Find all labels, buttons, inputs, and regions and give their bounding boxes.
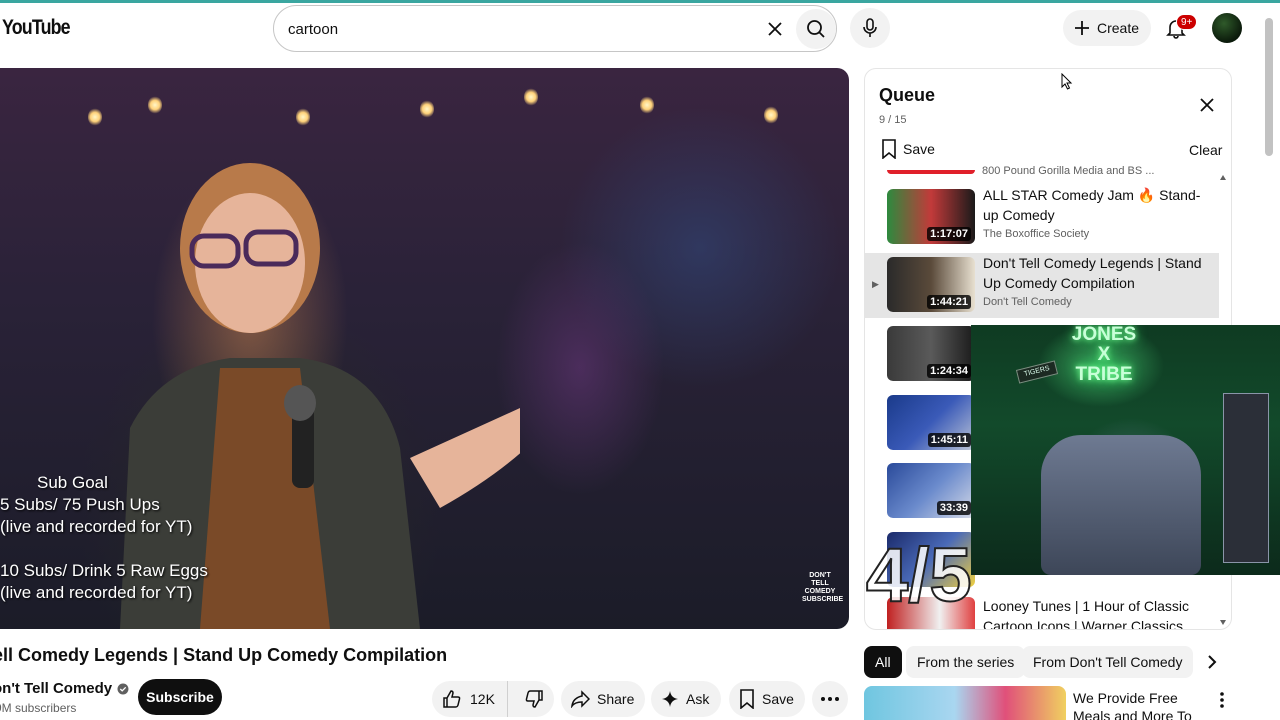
more-vertical-icon[interactable] (1214, 690, 1230, 710)
page-scrollbar[interactable] (1265, 18, 1273, 156)
search-button[interactable] (796, 9, 836, 49)
sub-goal-overlay: Sub Goal 5 Subs/ 75 Push Ups (live and r… (0, 472, 208, 604)
goal-counter: 4/5 (865, 533, 973, 618)
subscribe-button[interactable]: Subscribe (138, 679, 222, 715)
ask-label: Ask (686, 691, 710, 707)
neon-sign-text: JONES X TRIBE (1071, 325, 1137, 385)
channel-name-text[interactable]: on't Tell Comedy (0, 680, 112, 697)
save-queue-label: Save (903, 141, 935, 157)
queue-thumbnail[interactable]: 1:17:07 (887, 189, 975, 244)
queue-thumbnail[interactable]: 1:24:34 (887, 326, 975, 381)
plus-icon (1075, 21, 1089, 35)
like-button[interactable]: 12K (432, 681, 508, 717)
queue-item-title[interactable]: Looney Tunes | 1 Hour of Classic Cartoon… (983, 596, 1213, 629)
search-icon (807, 20, 825, 38)
thumbnail-progress-bar (887, 170, 975, 174)
chip-from-the-series[interactable]: From the series (906, 646, 1026, 678)
queue-item[interactable]: 1:17:07 ALL STAR Comedy Jam 🔥 Stand-up C… (865, 185, 1219, 250)
voice-search-button[interactable] (850, 8, 890, 48)
chevron-right-icon[interactable] (1198, 648, 1226, 676)
video-title: ell Comedy Legends | Stand Up Comedy Com… (0, 645, 448, 665)
sub-goal-heading: Sub Goal (37, 473, 108, 492)
dislike-button[interactable] (515, 681, 554, 717)
share-icon (570, 690, 590, 708)
close-queue-icon[interactable] (1195, 93, 1219, 117)
queue-thumbnail[interactable]: 1:44:21 (887, 257, 975, 312)
queue-item-current[interactable]: ▶ 1:44:21 Don't Tell Comedy Legends | St… (865, 253, 1219, 318)
like-dislike-group: 12K (432, 681, 554, 717)
share-button[interactable]: Share (561, 681, 645, 717)
notification-badge: 9+ (1176, 14, 1198, 30)
tigers-sign: TIGERS (1015, 360, 1059, 384)
queue-item-channel: 800 Pound Gorilla Media and BS ... (982, 165, 1155, 177)
save-queue-button[interactable]: Save (881, 139, 935, 159)
subscriber-count: 9M subscribers (0, 701, 77, 715)
queue-thumbnail[interactable]: 33:39 (887, 463, 975, 518)
mouse-cursor-icon (1061, 73, 1073, 90)
queue-title: Queue (879, 85, 936, 105)
create-button[interactable]: Create (1063, 10, 1151, 46)
recommendation-title[interactable]: We Provide Free Meals and More To Help Y… (1073, 689, 1208, 720)
save-video-button[interactable]: Save (729, 681, 805, 717)
goal-line: 10 Subs/ Drink 5 Raw Eggs (0, 561, 208, 580)
queue-item-title[interactable]: Don't Tell Comedy Legends | Stand Up Com… (983, 253, 1213, 293)
more-horizontal-icon (821, 697, 839, 701)
recommendation-thumbnail[interactable] (864, 686, 1066, 720)
like-count: 12K (470, 691, 495, 707)
clear-search-icon[interactable] (762, 16, 788, 42)
queue-item-title[interactable]: ALL STAR Comedy Jam 🔥 Stand-up Comedy (983, 185, 1213, 225)
now-playing-icon: ▶ (872, 279, 879, 289)
sparkle-icon (662, 691, 678, 707)
video-player[interactable]: Sub Goal 5 Subs/ 75 Push Ups (live and r… (0, 68, 849, 629)
bookmark-icon (740, 689, 754, 709)
create-label: Create (1097, 20, 1140, 36)
gaming-chair (1041, 435, 1201, 575)
goal-line: 5 Subs/ 75 Push Ups (0, 495, 160, 514)
chip-all[interactable]: All (864, 646, 902, 678)
chip-from-channel[interactable]: From Don't Tell Comedy (1022, 646, 1194, 678)
queue-count: 9 / 15 (879, 114, 907, 126)
share-label: Share (597, 691, 635, 707)
channel-watermark: DON'T TELL COMEDY SUBSCRIBE (802, 572, 844, 603)
save-label: Save (762, 691, 794, 707)
duration-badge: 33:39 (936, 501, 971, 515)
verified-icon (117, 683, 129, 694)
more-actions-button[interactable] (812, 681, 848, 717)
queue-item-channel: Don't Tell Comedy (983, 296, 1072, 308)
browser-top-line (0, 0, 1280, 3)
goal-line: (live and recorded for YT) (0, 583, 193, 602)
duration-badge: 1:24:34 (927, 364, 971, 378)
youtube-logo[interactable]: YouTube (2, 16, 71, 40)
thumbs-up-icon (443, 690, 461, 708)
channel-name[interactable]: on't Tell Comedy (0, 680, 129, 697)
queue-thumbnail[interactable]: 1:45:11 (887, 395, 975, 450)
goal-line: (live and recorded for YT) (0, 517, 193, 536)
ask-button[interactable]: Ask (651, 681, 721, 717)
duration-badge: 1:44:21 (927, 295, 971, 309)
clear-queue-button[interactable]: Clear (1189, 142, 1222, 158)
search-input[interactable] (288, 16, 748, 42)
webcam-overlay: JONES X TRIBE TIGERS (971, 325, 1280, 575)
search-box[interactable] (273, 5, 837, 52)
avatar[interactable] (1212, 13, 1242, 43)
duration-badge: 1:17:07 (927, 227, 971, 241)
bookmark-icon (882, 139, 896, 159)
queue-item-channel: The Boxoffice Society (983, 228, 1090, 240)
thumbs-down-icon (525, 690, 544, 708)
microphone-icon (863, 18, 877, 37)
wall-shelf (1223, 393, 1269, 563)
duration-badge: 1:45:11 (927, 433, 971, 447)
goal-line-spacer (0, 538, 208, 560)
